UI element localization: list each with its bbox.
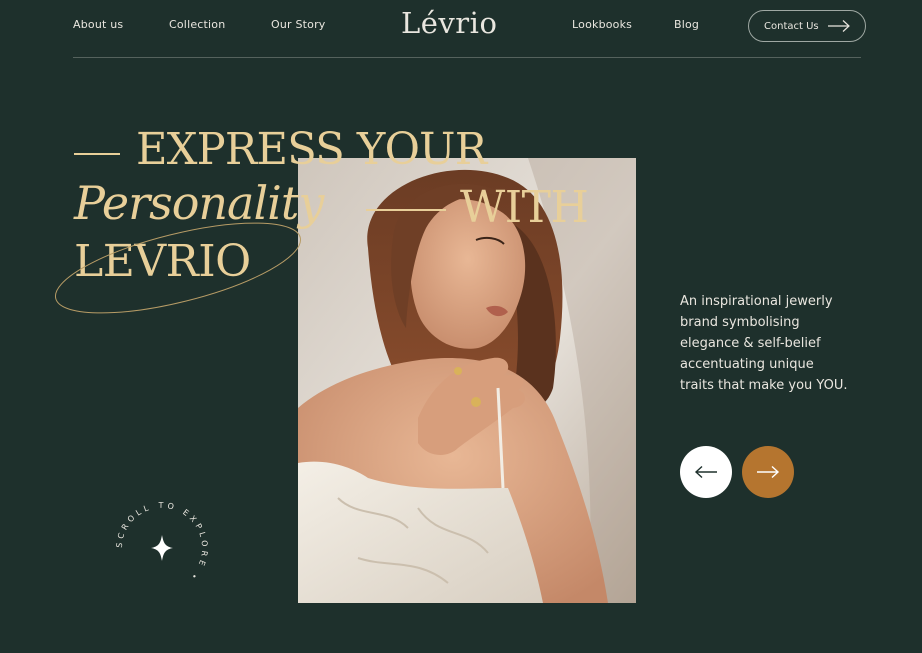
contact-us-label: Contact Us [764, 20, 819, 32]
tagline-line: accentuating unique [680, 357, 814, 372]
previous-slide-button[interactable] [680, 446, 732, 498]
arrow-right-icon [828, 20, 850, 32]
headline-line-1: EXPRESS YOUR [136, 124, 487, 175]
nav-our-story[interactable]: Our Story [271, 18, 326, 31]
contact-us-button[interactable]: Contact Us [748, 10, 866, 42]
tagline-line: traits that make you YOU. [680, 378, 848, 393]
next-slide-button[interactable] [742, 446, 794, 498]
decorative-oval [54, 222, 302, 314]
headline-with: WITH [460, 182, 589, 233]
scroll-to-explore-badge[interactable]: SCROLL TO EXPLORE • [110, 496, 214, 600]
headline-dash-2 [366, 209, 446, 211]
nav-divider [73, 57, 861, 58]
headline-dash [74, 153, 120, 155]
nav-about-us[interactable]: About us [73, 18, 123, 31]
tagline-line: An inspirational jewerly [680, 294, 833, 309]
nav-collection[interactable]: Collection [169, 18, 225, 31]
tagline-line: elegance & self-belief [680, 336, 821, 351]
nav-blog[interactable]: Blog [674, 18, 699, 31]
hero-tagline: An inspirational jewerly brand symbolisi… [680, 291, 880, 396]
arrow-right-icon [757, 465, 780, 479]
tagline-line: brand symbolising [680, 315, 800, 330]
nav-lookbooks[interactable]: Lookbooks [572, 18, 632, 31]
brand-logo[interactable]: Lévrio [401, 6, 497, 40]
sparkle-icon [151, 535, 173, 561]
arrow-left-icon [694, 465, 717, 479]
